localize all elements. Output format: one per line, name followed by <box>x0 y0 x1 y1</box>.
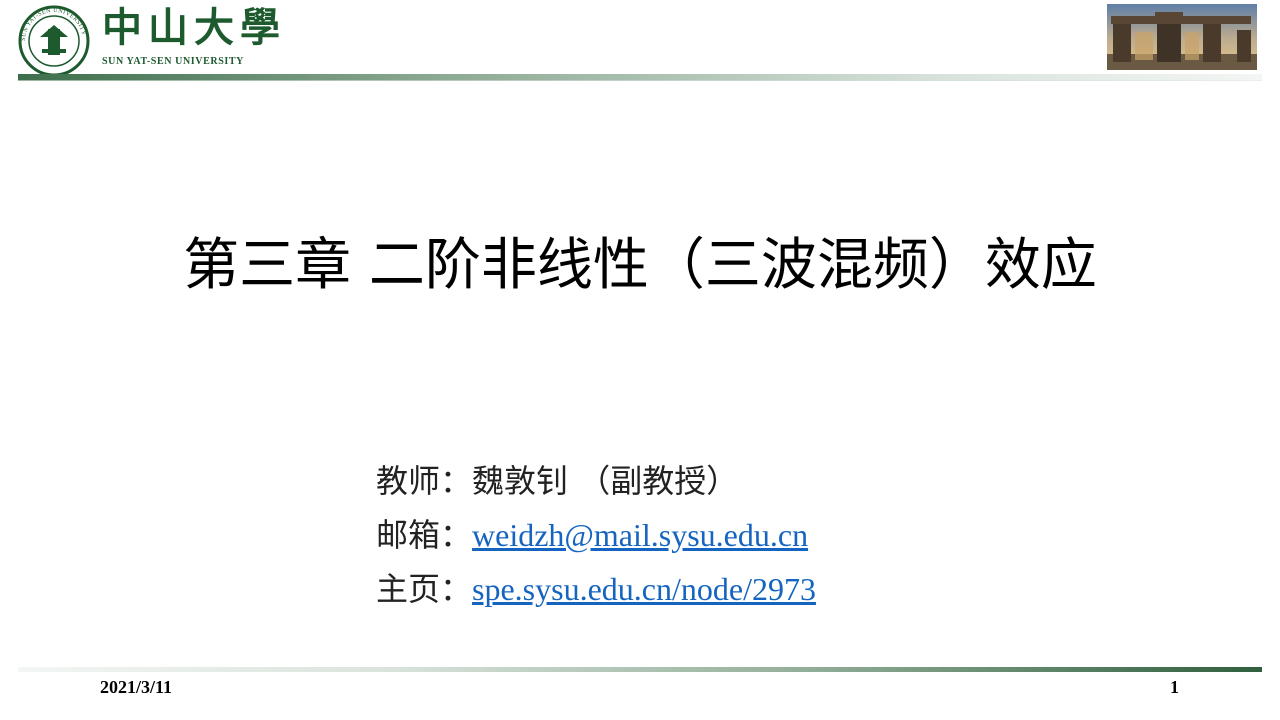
university-seal-icon: SUN YAT-SEN UNIVERSITY <box>18 5 90 77</box>
slide-title: 第三章 二阶非线性（三波混频）效应 <box>183 233 1097 298</box>
email-link[interactable]: weidzh@mail.sysu.edu.cn <box>472 517 808 553</box>
teacher-name: 魏敦钊 （副教授） <box>472 462 739 500</box>
homepage-link[interactable]: spe.sysu.edu.cn/node/2973 <box>472 571 816 607</box>
university-wordmark: 中山大學 SUN YAT-SEN UNIVERSITY <box>102 4 292 68</box>
footer-date: 2021/3/11 <box>100 677 173 697</box>
teacher-label: 教师： <box>376 462 473 500</box>
footer-divider <box>18 667 1262 672</box>
homepage-label: 主页： <box>376 570 473 608</box>
email-row: 邮箱：weidzh@mail.sysu.edu.cn <box>376 508 816 562</box>
slide: SUN YAT-SEN UNIVERSITY 中山大學 SUN YAT-SEN … <box>0 0 1280 720</box>
university-name-english: SUN YAT-SEN UNIVERSITY <box>102 56 244 67</box>
university-name-chinese: 中山大學 <box>102 4 286 51</box>
header-divider-thin <box>18 80 1262 81</box>
instructor-info: 教师：魏敦钊 （副教授） 邮箱：weidzh@mail.sysu.edu.cn … <box>376 454 816 616</box>
teacher-row: 教师：魏敦钊 （副教授） <box>376 454 816 508</box>
page-number: 1 <box>1170 677 1179 697</box>
homepage-row: 主页：spe.sysu.edu.cn/node/2973 <box>376 562 816 616</box>
campus-gate-photo <box>1107 4 1257 70</box>
email-label: 邮箱： <box>376 516 473 554</box>
